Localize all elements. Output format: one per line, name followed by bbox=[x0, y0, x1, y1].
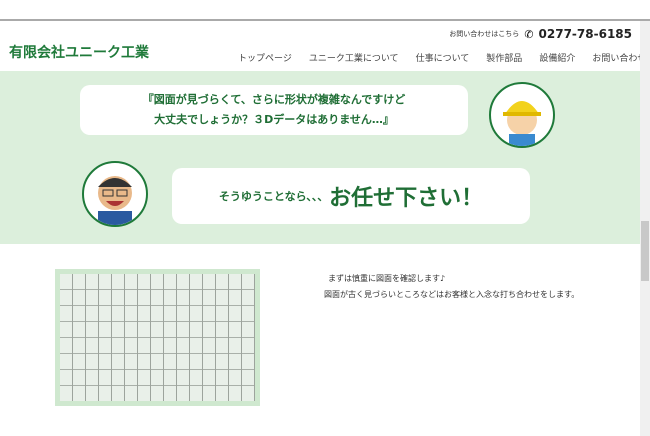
phone-icon: ✆ bbox=[524, 27, 534, 41]
nav-work[interactable]: 仕事について bbox=[416, 51, 470, 64]
customer-avatar bbox=[489, 82, 555, 148]
staff-avatar bbox=[82, 161, 148, 227]
scrollbar[interactable] bbox=[640, 21, 650, 436]
reply-speech-bubble: そうゆうことなら､､､ お任せ下さい！ bbox=[172, 168, 530, 224]
contact-info: お問い合わせはこちら ✆ 0277-78-6185 bbox=[449, 27, 632, 41]
content-line-1: まずは慎重に図面を確認します♪ bbox=[328, 274, 446, 283]
nav-parts[interactable]: 製作部品 bbox=[486, 51, 522, 64]
nav-about[interactable]: ユニーク工業について bbox=[309, 51, 399, 64]
hero-band: 『図面が見づらくて、さらに形状が複雑なんですけど 大丈夫でしょうか？３Dデータは… bbox=[0, 71, 640, 244]
customer-line-1: 『図面が見づらくて、さらに形状が複雑なんですけど bbox=[142, 93, 406, 106]
content-line-2: 図面が古く見づらいところなどはお客様と入念な打ち合わせをします。 bbox=[324, 290, 580, 299]
phone-number[interactable]: 0277-78-6185 bbox=[539, 27, 632, 41]
reply-large: お任せ下さい！ bbox=[329, 186, 484, 211]
site-logo[interactable]: 有限会社ユニーク工業 bbox=[9, 42, 149, 62]
reply-small: そうゆうことなら､､､ bbox=[218, 190, 324, 203]
main-nav: トップページ ユニーク工業について 仕事について 製作部品 設備紹介 お問い合わ… bbox=[238, 51, 646, 64]
drawing-image bbox=[55, 269, 260, 406]
nav-top[interactable]: トップページ bbox=[238, 51, 292, 64]
content-text: まずは慎重に図面を確認します♪ 図面が古く見づらいところなどはお客様と入念な打ち… bbox=[324, 271, 579, 303]
nav-equipment[interactable]: 設備紹介 bbox=[539, 51, 575, 64]
contact-label: お問い合わせはこちら bbox=[449, 30, 520, 38]
scrollbar-thumb[interactable] bbox=[641, 221, 649, 281]
customer-line-2: 大丈夫でしょうか？３Dデータはありません…』 bbox=[154, 113, 394, 126]
nav-contact[interactable]: お問い合わせ bbox=[592, 51, 646, 64]
customer-speech-bubble: 『図面が見づらくて、さらに形状が複雑なんですけど 大丈夫でしょうか？３Dデータは… bbox=[80, 85, 468, 135]
browser-page: 有限会社ユニーク工業 お問い合わせはこちら ✆ 0277-78-6185 トップ… bbox=[0, 19, 650, 436]
